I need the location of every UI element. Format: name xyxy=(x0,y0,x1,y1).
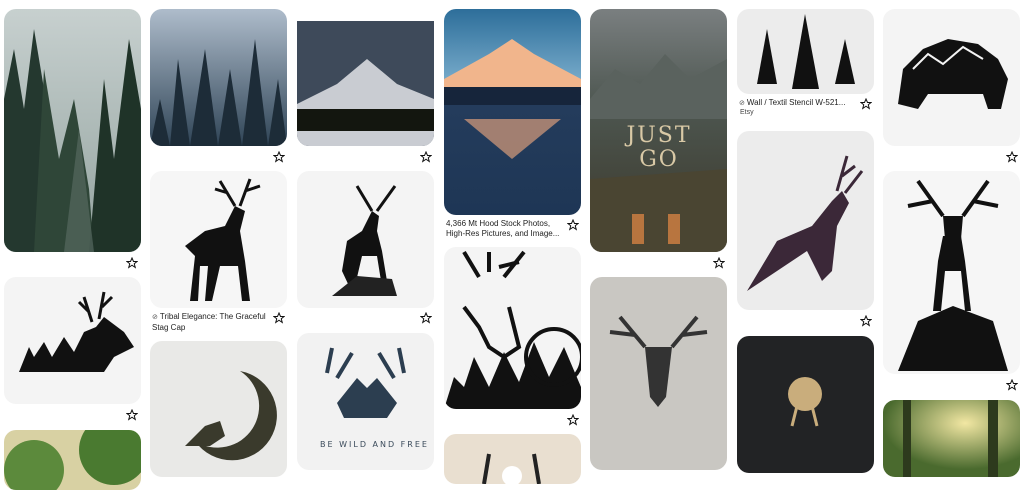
sunlit-trees-image xyxy=(4,430,141,490)
pin-crescent-deer[interactable] xyxy=(150,341,287,477)
pin-be-wild-free[interactable] xyxy=(297,333,434,470)
pin-tribal-stag[interactable] xyxy=(150,171,287,308)
tree-stencil-image xyxy=(737,9,874,94)
stag-on-rock-image xyxy=(883,171,1020,374)
star-icon[interactable] xyxy=(273,151,285,163)
stencil-caption[interactable]: ⊘ Wall / Textil Stencil W-521... xyxy=(739,98,861,109)
deer-head-wall-image xyxy=(590,277,727,470)
deer-forest-circle-image xyxy=(444,247,581,409)
misty-pines-image xyxy=(150,9,287,146)
just-go-text-line1: JUST xyxy=(626,123,692,148)
be-wild-free-image xyxy=(297,333,434,470)
pin-bear-mountains[interactable] xyxy=(883,9,1020,146)
pin-deer-head-wall[interactable] xyxy=(590,277,727,470)
pin-stag-on-rock[interactable] xyxy=(883,171,1020,374)
pin-deer-rock[interactable] xyxy=(297,171,434,308)
mt-hood-caption[interactable]: 4,366 Mt Hood Stock Photos, High-Res Pic… xyxy=(446,219,568,239)
mountain-night-image xyxy=(297,9,434,146)
pin-sunlit-trees[interactable] xyxy=(4,430,141,490)
pin-foggy-forest[interactable] xyxy=(4,9,141,252)
star-icon[interactable] xyxy=(860,98,872,110)
star-icon[interactable] xyxy=(420,312,432,324)
link-icon: ⊘ xyxy=(739,100,745,107)
stencil-source: Etsy xyxy=(740,109,754,116)
bear-mountains-image xyxy=(883,9,1020,146)
star-icon[interactable] xyxy=(420,151,432,163)
pin-purple-deer[interactable] xyxy=(737,131,874,310)
tribal-stag-image xyxy=(150,171,287,308)
pin-gold-deer-tree[interactable] xyxy=(737,336,874,473)
star-icon[interactable] xyxy=(126,257,138,269)
star-icon[interactable] xyxy=(567,219,579,231)
star-icon[interactable] xyxy=(567,414,579,426)
pin-sunlit-forest[interactable] xyxy=(883,400,1020,477)
pin-tree-stencil[interactable] xyxy=(737,9,874,94)
purple-deer-image xyxy=(737,131,874,310)
star-icon[interactable] xyxy=(273,312,285,324)
star-icon[interactable] xyxy=(860,315,872,327)
pin-misty-pines[interactable] xyxy=(150,9,287,146)
stag-cap-caption[interactable]: ⊘ Tribal Elegance: The Graceful Stag Cap xyxy=(152,312,274,333)
pin-deer-forest-silhouette[interactable] xyxy=(4,277,141,404)
mt-hood-image xyxy=(444,9,581,215)
foggy-forest-image xyxy=(4,9,141,252)
star-icon[interactable] xyxy=(126,409,138,421)
gold-deer-tree-image xyxy=(737,336,874,473)
be-wild-free-text: BE WILD AND FREE xyxy=(320,440,429,449)
sunlit-forest-image xyxy=(883,400,1020,477)
deer-rock-image xyxy=(297,171,434,308)
crescent-deer-image xyxy=(150,341,287,477)
pin-mountain-night[interactable] xyxy=(297,9,434,146)
pin-deer-forest-circle[interactable] xyxy=(444,247,581,409)
pin-mt-hood[interactable] xyxy=(444,9,581,215)
star-icon[interactable] xyxy=(1006,151,1018,163)
deer-forest-silhouette-image xyxy=(4,277,141,404)
just-go-text-line2: GO xyxy=(639,147,679,172)
star-icon[interactable] xyxy=(713,257,725,269)
link-icon: ⊘ xyxy=(152,314,158,321)
star-icon[interactable] xyxy=(1006,379,1018,391)
